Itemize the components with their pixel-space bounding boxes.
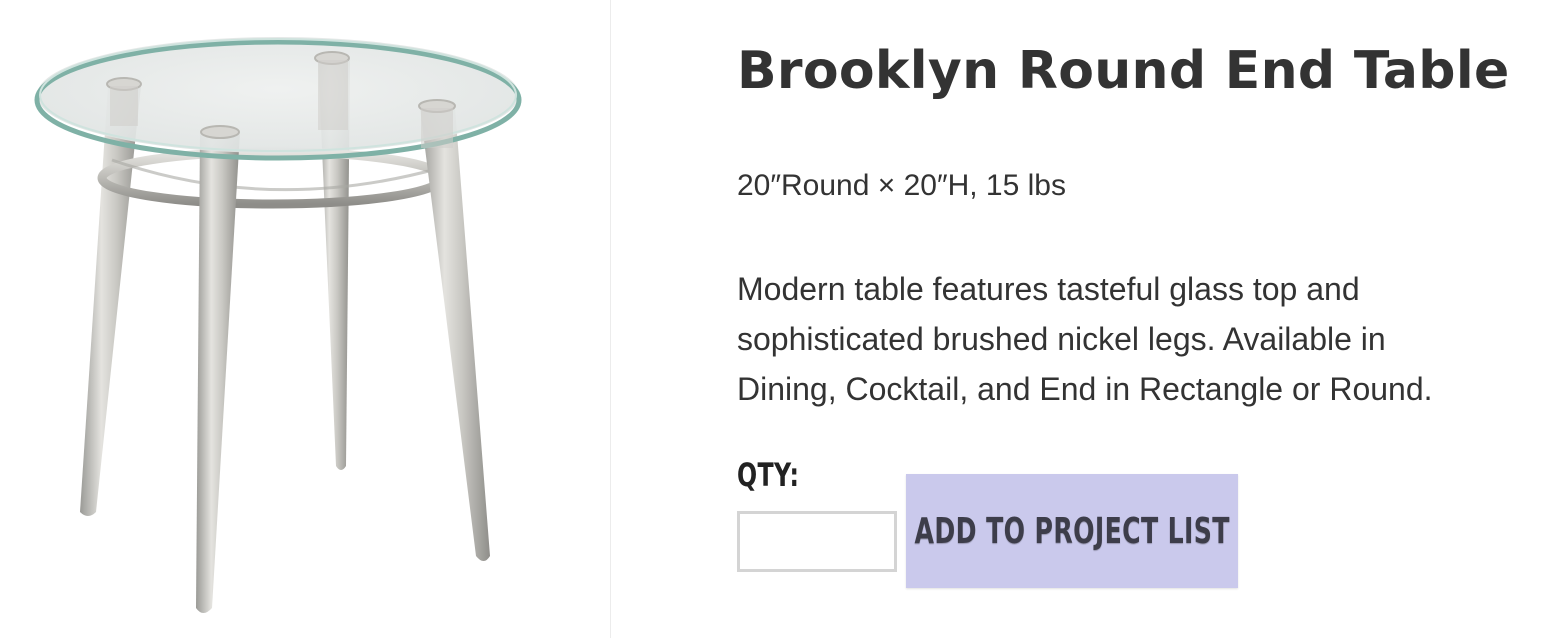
add-to-project-list-label: ADD TO PROJECT LIST — [914, 510, 1230, 552]
round-glass-end-table-icon — [34, 37, 522, 613]
panel-divider — [610, 0, 611, 638]
product-image — [0, 0, 610, 638]
table-leg-front-left — [196, 132, 240, 613]
qty-input[interactable] — [737, 511, 897, 572]
table-leg-front-right — [420, 108, 490, 561]
description-line: sophisticated brushed nickel legs. Avail… — [737, 321, 1386, 357]
product-page: Brooklyn Round End Table 20″Round × 20″H… — [0, 0, 1541, 638]
product-description: Modern table features tasteful glass top… — [737, 264, 1517, 414]
table-leg-back-left — [80, 86, 141, 516]
description-line: Modern table features tasteful glass top… — [737, 271, 1360, 307]
description-line: Dining, Cocktail, and End in Rectangle o… — [737, 371, 1433, 407]
product-dimensions: 20″Round × 20″H, 15 lbs — [737, 169, 1066, 202]
qty-label: QTY: — [737, 456, 800, 494]
add-to-project-list-button[interactable]: ADD TO PROJECT LIST — [906, 474, 1238, 588]
product-title: Brooklyn Round End Table — [737, 41, 1510, 101]
